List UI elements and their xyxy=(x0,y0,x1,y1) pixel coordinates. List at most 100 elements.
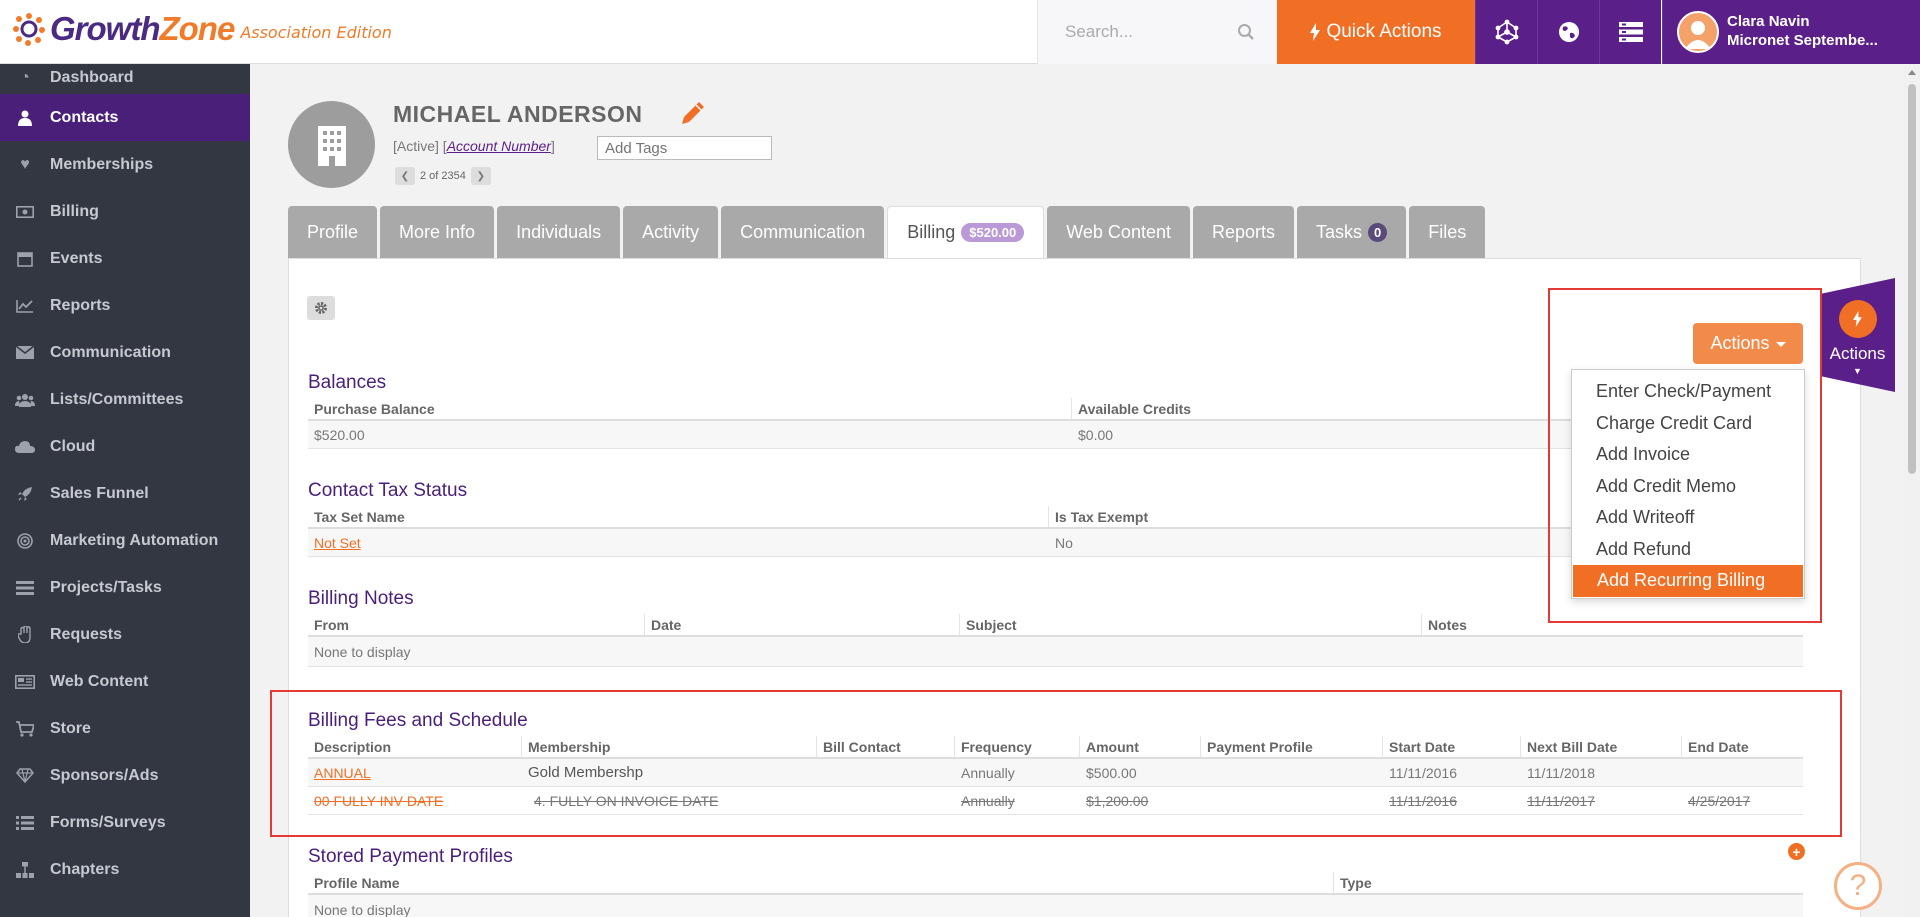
tab-billing[interactable]: Billing $520.00 xyxy=(887,206,1045,258)
previous-contact-button[interactable]: ❮ xyxy=(395,167,415,185)
pencil-icon[interactable] xyxy=(680,100,706,126)
table-header: Description Membership Bill Contact Freq… xyxy=(308,736,1803,759)
user-avatar-icon xyxy=(1685,21,1711,49)
sidebar-item-billing[interactable]: Billing xyxy=(0,188,250,235)
column-header: Purchase Balance xyxy=(308,398,1072,419)
sidebar-item-web-content[interactable]: Web Content xyxy=(0,658,250,705)
table-cell: 11/11/2016 xyxy=(1389,792,1457,809)
user-name: Clara Navin xyxy=(1727,13,1810,30)
server-button[interactable] xyxy=(1599,0,1661,64)
table-cell: $500.00 xyxy=(1086,764,1137,781)
contact-pager: ❮ 2 of 2354 ❯ xyxy=(395,167,491,185)
tab-communication[interactable]: Communication xyxy=(721,206,885,258)
heart-icon: ♥ xyxy=(20,155,30,173)
quick-actions-button[interactable]: Quick Actions xyxy=(1277,0,1475,64)
sidebar-item-communication[interactable]: Communication xyxy=(0,329,250,376)
sidebar-item-store[interactable]: Store xyxy=(0,705,250,752)
column-header: Start Date xyxy=(1383,736,1521,757)
settings-button[interactable] xyxy=(307,296,335,320)
actions-button-label: Actions xyxy=(1710,333,1770,353)
sidebar-item-memberships[interactable]: ♥ Memberships xyxy=(0,141,250,188)
account-number-link[interactable]: Account Number xyxy=(447,138,551,154)
add-tags-input[interactable] xyxy=(597,136,772,160)
sidebar-item-label: Lists/Committees xyxy=(50,390,184,408)
sidebar-item-reports[interactable]: Reports xyxy=(0,282,250,329)
tab-web-content[interactable]: Web Content xyxy=(1047,206,1190,258)
table-cell: 11/11/2017 xyxy=(1527,792,1595,809)
sidebar-item-label: Billing xyxy=(50,202,99,220)
tax-set-link[interactable]: Not Set xyxy=(314,535,361,551)
fee-description-link[interactable]: ANNUAL xyxy=(314,765,371,781)
caret-down-icon: ▼ xyxy=(1853,366,1862,376)
next-contact-button[interactable]: ❯ xyxy=(470,167,491,185)
menu-item-add-invoice[interactable]: Add Invoice xyxy=(1572,439,1804,471)
contact-status-line: [Active] [Account Number] xyxy=(393,138,555,154)
tab-activity[interactable]: Activity xyxy=(623,206,719,258)
contact-avatar[interactable] xyxy=(288,101,375,188)
empty-message: None to display xyxy=(314,643,411,660)
top-bar: GrowthZone Association Edition Quick Act… xyxy=(0,0,1920,64)
page-scrollbar[interactable] xyxy=(1904,64,1920,917)
user-org: Micronet Septembe... xyxy=(1727,32,1878,49)
sidebar-item-label: Sponsors/Ads xyxy=(50,766,159,784)
sidebar-item-events[interactable]: Events xyxy=(0,235,250,282)
sidebar-item-label: Sales Funnel xyxy=(50,484,149,502)
growthzone-logo[interactable]: GrowthZone Association Edition xyxy=(12,12,392,46)
help-button[interactable]: ? xyxy=(1834,862,1882,910)
tab-profile[interactable]: Profile xyxy=(288,206,378,258)
table-cell: $1,200.00 xyxy=(1086,792,1149,809)
side-actions-tab[interactable]: Actions ▼ xyxy=(1820,278,1895,392)
user-menu[interactable]: Clara Navin Micronet Septembe... xyxy=(1662,0,1920,64)
add-payment-profile-button[interactable]: + xyxy=(1788,843,1805,860)
column-header: From xyxy=(308,614,645,635)
menu-item-enter-check-payment[interactable]: Enter Check/Payment xyxy=(1572,376,1804,408)
tab-reports[interactable]: Reports xyxy=(1192,206,1295,258)
sidebar-item-lists-committees[interactable]: Lists/Committees xyxy=(0,376,250,423)
sidebar-item-requests[interactable]: Requests xyxy=(0,611,250,658)
column-header: Bill Contact xyxy=(817,736,955,757)
table-cell: 4/25/2017 xyxy=(1688,792,1751,809)
sidebar-item-projects-tasks[interactable]: Projects/Tasks xyxy=(0,564,250,611)
scroll-up-icon[interactable] xyxy=(1908,70,1916,75)
payment-profiles-table: Profile Name Type None to display xyxy=(308,872,1803,917)
sidebar-item-contacts[interactable]: Contacts xyxy=(0,94,250,141)
tab-individuals[interactable]: Individuals xyxy=(497,206,621,258)
network-button[interactable] xyxy=(1475,0,1537,64)
actions-button[interactable]: Actions xyxy=(1693,323,1803,364)
search-icon[interactable] xyxy=(1237,23,1255,41)
sidebar-item-dashboard[interactable]: ◔ Dashboard xyxy=(0,61,250,94)
sidebar-item-label: Events xyxy=(50,249,103,267)
column-header: Membership xyxy=(522,736,817,757)
column-header: Next Bill Date xyxy=(1521,736,1682,757)
sidebar-item-marketing-automation[interactable]: Marketing Automation xyxy=(0,517,250,564)
user-icon xyxy=(14,109,36,127)
pager-text: 2 of 2354 xyxy=(420,170,466,182)
menu-item-add-credit-memo[interactable]: Add Credit Memo xyxy=(1572,471,1804,503)
tab-files[interactable]: Files xyxy=(1409,206,1486,258)
tab-label: Tasks xyxy=(1316,221,1363,242)
gear-icon xyxy=(315,302,327,314)
tab-tasks[interactable]: Tasks 0 xyxy=(1297,206,1407,258)
menu-item-add-refund[interactable]: Add Refund xyxy=(1572,534,1804,566)
globe-button[interactable] xyxy=(1537,0,1599,64)
menu-item-add-writeoff[interactable]: Add Writeoff xyxy=(1572,502,1804,534)
menu-item-charge-credit-card[interactable]: Charge Credit Card xyxy=(1572,408,1804,440)
server-icon xyxy=(1618,22,1643,42)
scrollbar-thumb[interactable] xyxy=(1908,84,1916,474)
sidebar-item-label: Forms/Surveys xyxy=(50,813,166,831)
tax-status-title: Contact Tax Status xyxy=(308,480,468,501)
fee-description-link[interactable]: 00 FULLY INV DATE xyxy=(314,793,443,809)
column-header: Date xyxy=(645,614,960,635)
sidebar-item-sponsors-ads[interactable]: Sponsors/Ads xyxy=(0,752,250,799)
sidebar-item-sales-funnel[interactable]: Sales Funnel xyxy=(0,470,250,517)
column-header: Profile Name xyxy=(308,872,1334,893)
search-input[interactable] xyxy=(1038,0,1228,64)
money-icon xyxy=(14,203,36,221)
sidebar-item-cloud[interactable]: Cloud xyxy=(0,423,250,470)
diamond-icon xyxy=(14,767,36,785)
tab-more-info[interactable]: More Info xyxy=(380,206,495,258)
payment-profiles-title: Stored Payment Profiles xyxy=(308,846,513,867)
menu-item-add-recurring-billing[interactable]: Add Recurring Billing xyxy=(1573,565,1803,597)
sidebar-item-chapters[interactable]: Chapters xyxy=(0,846,250,893)
sidebar-item-forms-surveys[interactable]: Forms/Surveys xyxy=(0,799,250,846)
